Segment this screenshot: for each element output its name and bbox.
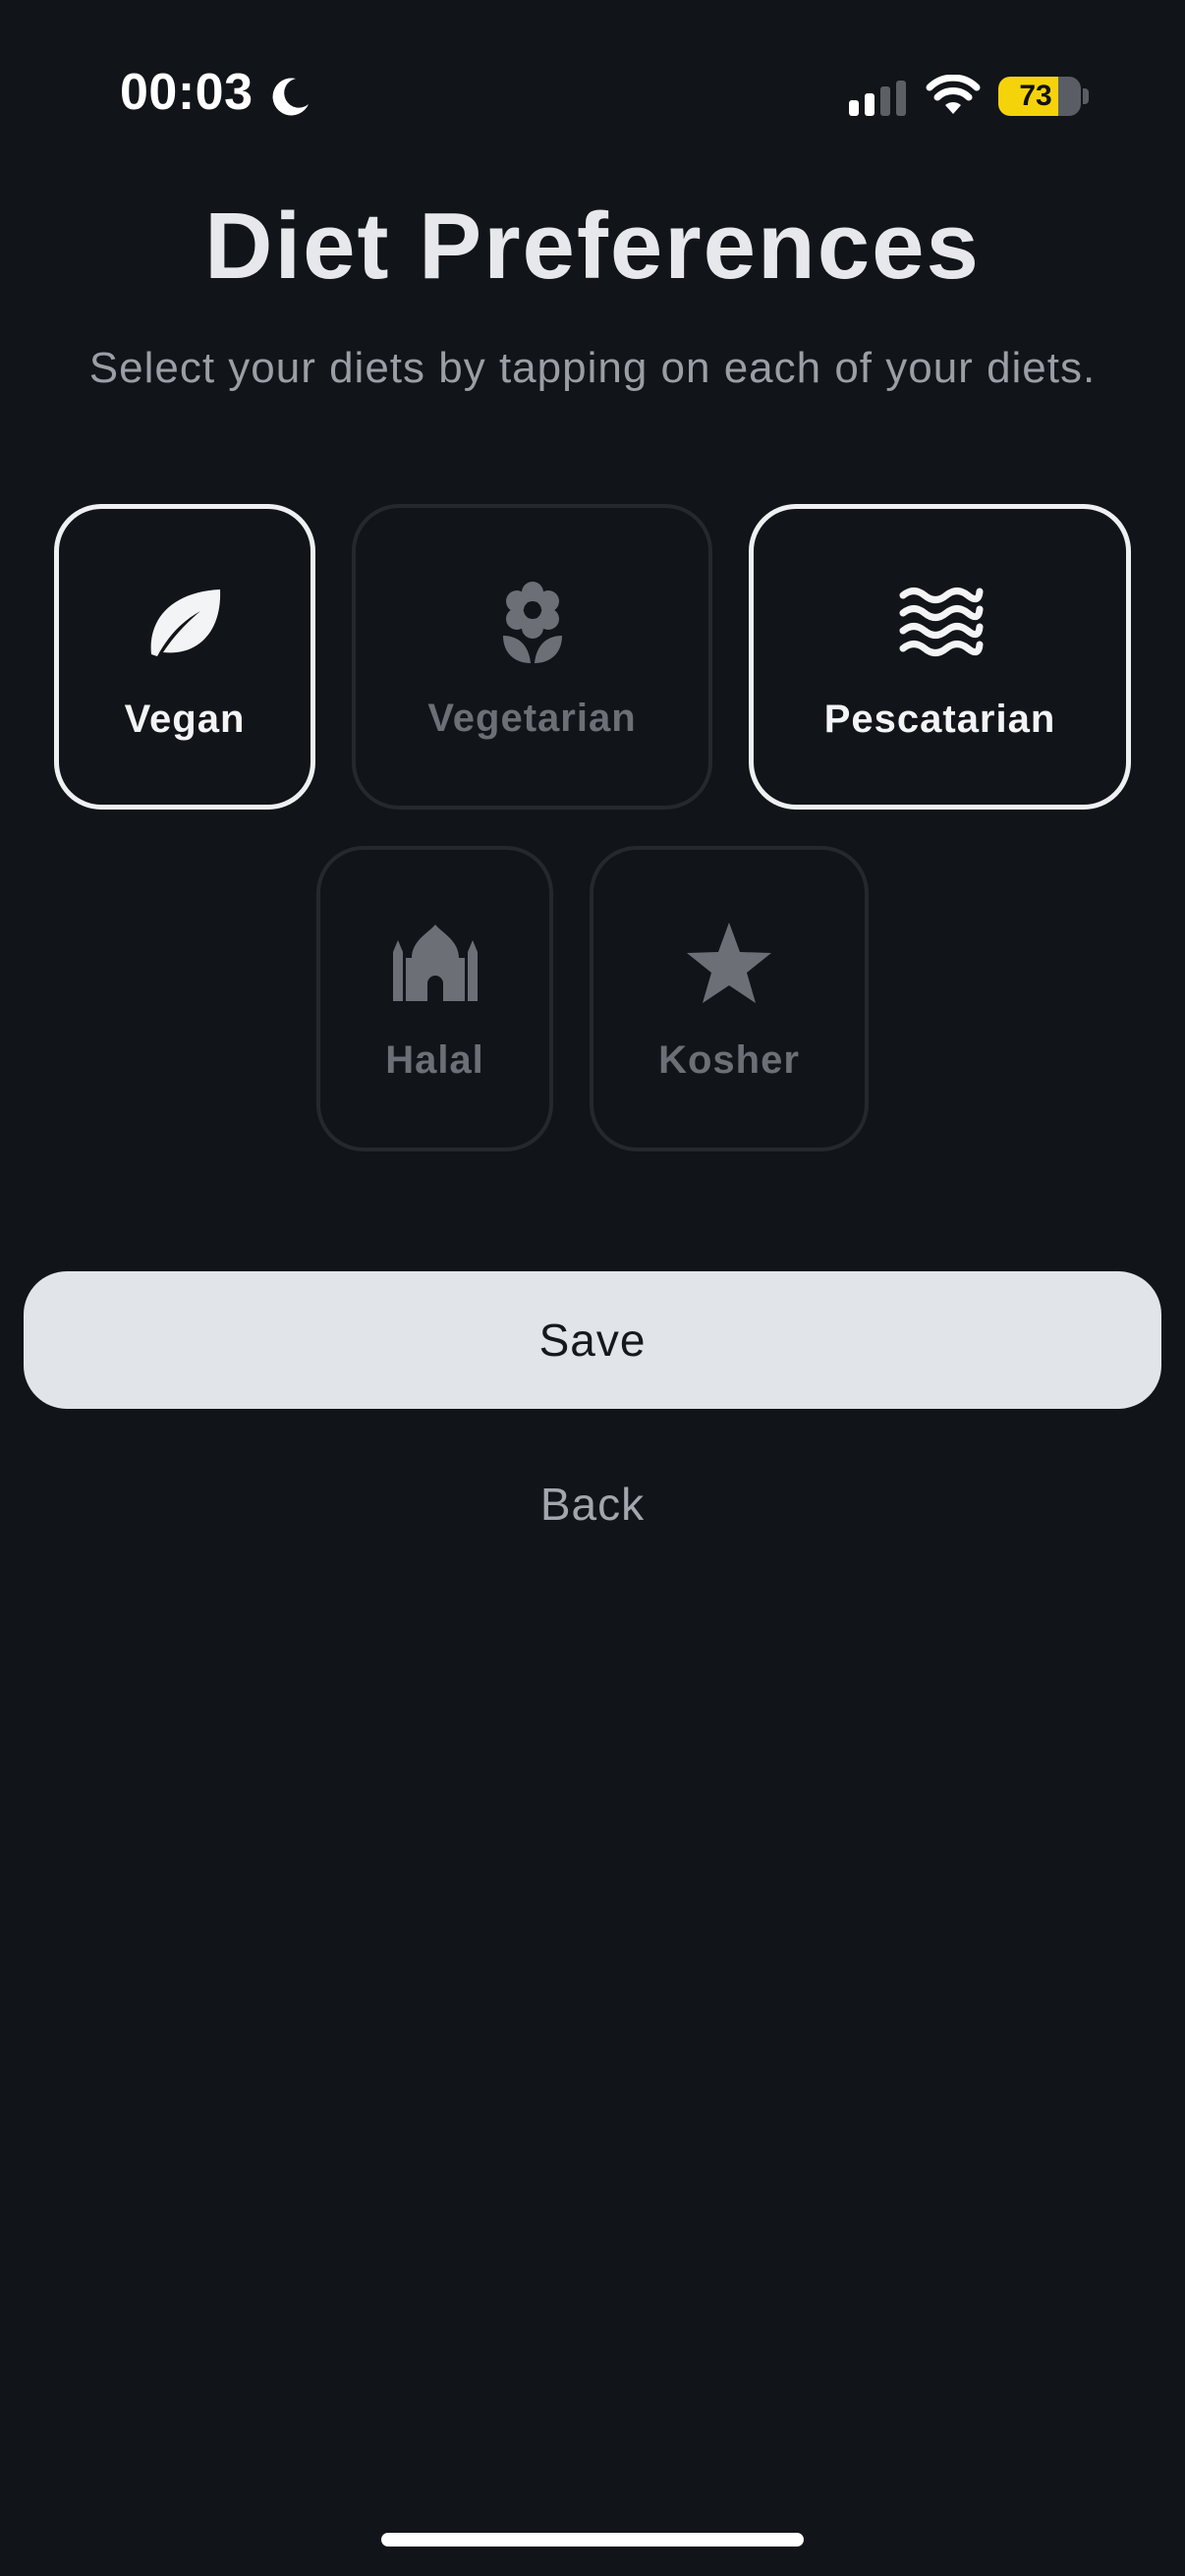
wifi-icon: [926, 75, 981, 114]
diet-label: Kosher: [658, 1038, 800, 1082]
diet-label: Vegan: [124, 698, 246, 741]
back-button[interactable]: Back: [0, 1478, 1185, 1531]
moon-icon: [272, 78, 309, 116]
battery-icon: 73: [998, 77, 1081, 116]
home-indicator: [381, 2533, 804, 2547]
page-title: Diet Preferences: [204, 194, 981, 299]
page-subtitle: Select your diets by tapping on each of …: [88, 344, 1097, 392]
diet-label: Halal: [385, 1038, 484, 1082]
diet-option-vegetarian[interactable]: Vegetarian: [352, 504, 712, 810]
diet-option-vegan[interactable]: Vegan: [54, 504, 315, 810]
diet-option-halal[interactable]: Halal: [316, 846, 553, 1151]
battery-nub: [1083, 88, 1089, 104]
flower-icon: [502, 582, 562, 663]
star-icon: [687, 923, 771, 1003]
battery-percent: 73: [1019, 80, 1052, 112]
mosque-icon: [392, 924, 478, 1001]
diet-option-kosher[interactable]: Kosher: [590, 846, 869, 1151]
diet-option-pescatarian[interactable]: Pescatarian: [749, 504, 1131, 810]
leaf-icon: [150, 589, 221, 656]
save-button[interactable]: Save: [24, 1271, 1161, 1409]
status-bar: 00:03 73: [0, 0, 1185, 196]
diet-label: Vegetarian: [427, 697, 637, 740]
signal-icon: [849, 81, 906, 116]
status-time: 00:03: [120, 64, 254, 121]
diet-label: Pescatarian: [823, 698, 1056, 741]
waves-icon: [899, 588, 983, 656]
